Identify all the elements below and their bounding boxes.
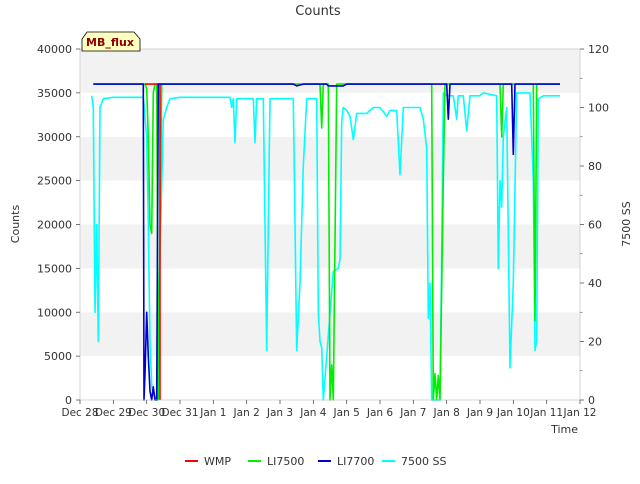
x-tick-label: Dec 29	[95, 407, 132, 419]
x-tick-label: Jan 1	[199, 407, 226, 419]
y-tick-label: 40000	[37, 43, 72, 56]
y2-tick-label: 120	[588, 43, 609, 56]
x-tick-label: Jan 9	[466, 407, 493, 419]
x-tick-label: Dec 28	[61, 407, 98, 419]
y2-tick-label: 0	[588, 394, 595, 407]
y-tick-label: 30000	[37, 131, 72, 144]
x-tick-label: Jan 5	[333, 407, 360, 419]
y2-axis: 0 20 40 60 80 100 120	[580, 43, 609, 407]
legend-label: LI7500	[267, 455, 304, 468]
x-tick-label: Dec 30	[128, 407, 165, 419]
x-tick-label: Jan 6	[366, 407, 394, 419]
x-tick-label: Jan 7	[399, 407, 426, 419]
y-tick-label: 25000	[37, 175, 72, 188]
x-tick-label: Jan 4	[299, 407, 327, 419]
x-tick-label: Jan 8	[433, 407, 460, 419]
y-axis-label: Counts	[9, 205, 22, 244]
mb-flux-badge: MB_flux	[81, 31, 141, 52]
x-tick-label: Jan 10	[496, 407, 530, 419]
badge-label: MB_flux	[86, 36, 134, 49]
y2-tick-label: 20	[588, 336, 602, 349]
plot-band	[80, 136, 580, 181]
x-tick-label: Jan 3	[266, 407, 293, 419]
x-tick-label: Jan 12	[563, 407, 597, 419]
x-axis-label: Time	[550, 423, 578, 436]
y-tick-label: 35000	[37, 87, 72, 100]
y-tick-label: 5000	[44, 350, 72, 363]
x-tick-label: Jan 11	[529, 407, 563, 419]
y2-tick-label: 100	[588, 102, 609, 115]
y2-tick-label: 60	[588, 219, 602, 232]
legend-label: LI7700	[337, 455, 374, 468]
plot-band	[80, 92, 580, 137]
legend-label: WMP	[204, 455, 231, 468]
plot-band	[80, 180, 580, 225]
y-tick-label: 15000	[37, 262, 72, 275]
x-tick-label: Jan 2	[233, 407, 260, 419]
y-tick-label: 20000	[37, 219, 72, 232]
legend-label: 7500 SS	[401, 455, 446, 468]
legend: WMP LI7500 LI7700 7500 SS	[185, 455, 446, 468]
chart-title: Counts	[295, 4, 341, 19]
y-tick-label: 0	[65, 394, 72, 407]
x-axis: Dec 28Dec 29Dec 30Dec 31 Jan 1 Jan 2 Jan 3 J…	[61, 400, 596, 419]
y2-axis-label: 7500 SS	[620, 201, 633, 246]
counts-chart: 0 5000 10000 15000 20000 25000 30000 35000 40000…	[9, 4, 633, 468]
y2-tick-label: 40	[588, 277, 602, 290]
y-axis: 0 5000 10000 15000 20000 25000 30000 35000 40000	[37, 43, 80, 407]
y-tick-label: 10000	[37, 306, 72, 319]
x-tick-label: Dec 31	[161, 407, 198, 419]
y2-tick-label: 80	[588, 160, 602, 173]
